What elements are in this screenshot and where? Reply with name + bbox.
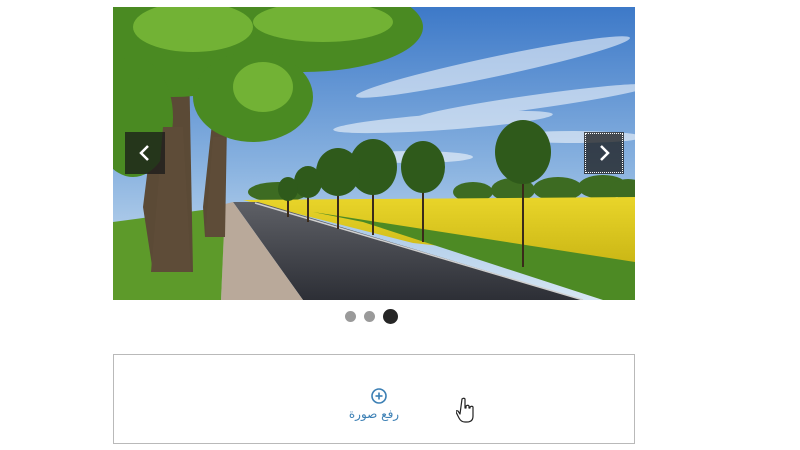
upload-image-dropzone[interactable]: رفع صورة bbox=[113, 354, 635, 444]
carousel-prev-button[interactable] bbox=[125, 132, 165, 174]
upload-image-label[interactable]: رفع صورة bbox=[114, 407, 634, 421]
slide-image bbox=[113, 7, 635, 300]
chevron-right-icon bbox=[600, 145, 610, 161]
carousel-dot-2[interactable] bbox=[364, 311, 375, 322]
image-carousel bbox=[113, 7, 635, 300]
carousel-next-button[interactable] bbox=[584, 132, 624, 174]
hand-pointer-icon bbox=[456, 397, 474, 423]
carousel-pagination bbox=[345, 309, 398, 324]
carousel-dot-1[interactable] bbox=[345, 311, 356, 322]
chevron-left-icon bbox=[139, 145, 149, 161]
plus-circle-icon bbox=[371, 388, 387, 404]
carousel-dot-3[interactable] bbox=[383, 309, 398, 324]
